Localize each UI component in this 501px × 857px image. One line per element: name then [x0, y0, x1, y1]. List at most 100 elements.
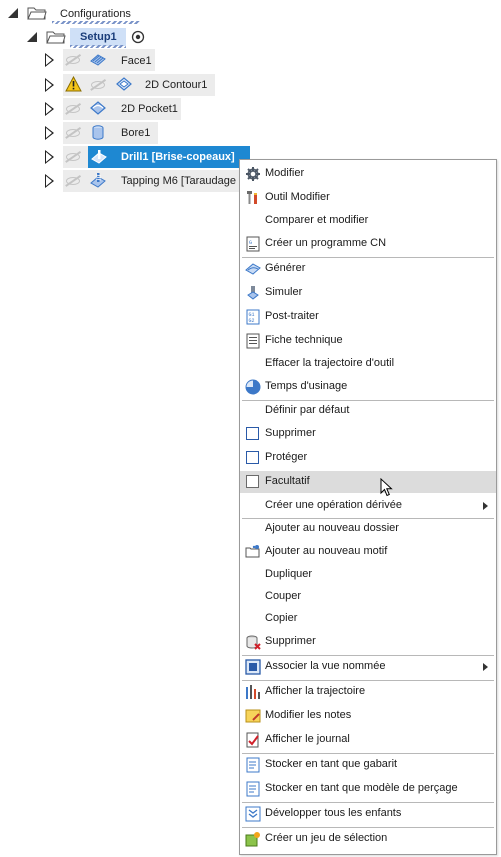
selection-set-icon	[245, 832, 260, 847]
bore-op-icon	[92, 125, 104, 140]
active-setup-radio-icon[interactable]	[131, 30, 145, 44]
submenu-arrow-icon	[483, 502, 488, 510]
folder-icon	[27, 7, 47, 20]
visibility-eye-icon[interactable]	[66, 153, 80, 161]
contour-op-icon	[116, 77, 132, 91]
menu-item-outil-modifier[interactable]: Outil Modifier	[240, 187, 496, 209]
visibility-eye-icon[interactable]	[66, 129, 80, 137]
menu-item-modifier-notes[interactable]: Modifier les notes	[240, 705, 496, 727]
menu-item-stocker-gabarit[interactable]: Stocker en tant que gabarit	[240, 754, 496, 776]
menu-item-fiche-technique[interactable]: Fiche technique	[240, 330, 496, 352]
generate-icon	[245, 263, 261, 275]
expand-all-icon	[245, 806, 261, 822]
nc-program-icon: G	[246, 236, 260, 252]
menu-item-operation-derivee[interactable]: Créer une opération dérivée	[240, 495, 496, 517]
menu-label: Facultatif	[265, 475, 310, 487]
visibility-eye-icon[interactable]	[66, 105, 80, 113]
context-menu: Modifier Outil Modifier Comparer et modi…	[239, 159, 497, 855]
tool-edit-icon	[247, 191, 257, 204]
named-view-icon	[245, 659, 261, 675]
menu-label: Comparer et modifier	[265, 214, 369, 226]
gear-icon	[246, 167, 260, 181]
menu-item-developper-enfants[interactable]: Développer tous les enfants	[240, 803, 496, 825]
menu-label: Ajouter au nouveau motif	[265, 545, 388, 557]
menu-item-modifier[interactable]: Modifier	[240, 163, 496, 185]
menu-label: Couper	[265, 590, 302, 602]
expand-face-icon[interactable]	[45, 53, 54, 67]
pattern-icon	[245, 545, 260, 558]
hole-template-icon	[246, 781, 260, 797]
collapse-configurations-icon[interactable]	[8, 8, 18, 18]
menu-item-copier[interactable]: Copier	[240, 608, 496, 630]
menu-item-couper[interactable]: Couper	[240, 586, 496, 608]
menu-label: Fiche technique	[265, 334, 343, 346]
menu-item-stocker-modele-percage[interactable]: Stocker en tant que modèle de perçage	[240, 778, 496, 800]
visibility-eye-icon[interactable]	[91, 81, 105, 89]
menu-label: Ajouter au nouveau dossier	[265, 522, 399, 534]
menu-label: Supprimer	[265, 427, 316, 439]
menu-label: Stocker en tant que gabarit	[265, 758, 398, 770]
menu-label: Afficher la trajectoire	[265, 685, 366, 697]
expand-contour-icon[interactable]	[45, 78, 54, 92]
tree-label-drill: Drill1 [Brise-copeaux]	[121, 151, 235, 163]
menu-item-effacer-trajectoire[interactable]: Effacer la trajectoire d'outil	[240, 353, 496, 375]
checkbox-icon[interactable]	[246, 427, 259, 440]
menu-item-supprimer-checkbox[interactable]: Supprimer	[240, 423, 496, 445]
menu-item-supprimer[interactable]: Supprimer	[240, 631, 496, 653]
visibility-eye-icon[interactable]	[66, 177, 80, 185]
setup-label: Setup1	[80, 31, 117, 43]
menu-item-nouveau-motif[interactable]: Ajouter au nouveau motif	[240, 541, 496, 563]
menu-item-programme-cn[interactable]: G Créer un programme CN	[240, 233, 496, 255]
log-icon	[246, 732, 259, 748]
post-process-icon: G1 G2	[246, 309, 260, 325]
menu-label: Protéger	[265, 451, 308, 463]
menu-label: Stocker en tant que modèle de perçage	[265, 782, 458, 794]
setup-underline	[70, 45, 126, 48]
menu-label: Créer une opération dérivée	[265, 499, 402, 511]
visibility-eye-icon[interactable]	[66, 56, 80, 64]
menu-label: Dupliquer	[265, 568, 313, 580]
simulate-icon	[247, 286, 259, 300]
menu-label: Outil Modifier	[265, 191, 330, 203]
menu-item-temps-usinage[interactable]: Temps d'usinage	[240, 376, 496, 398]
expand-tapping-icon[interactable]	[45, 174, 54, 188]
toolpath-icon	[246, 685, 260, 699]
tree-label-pocket: 2D Pocket1	[121, 103, 178, 115]
menu-label: Développer tous les enfants	[265, 807, 402, 819]
menu-item-post-traiter[interactable]: G1 G2 Post-traiter	[240, 306, 496, 328]
menu-label: Copier	[265, 612, 298, 624]
menu-item-generer[interactable]: Générer	[240, 258, 496, 280]
menu-item-jeu-selection[interactable]: Créer un jeu de sélection	[240, 828, 496, 850]
expand-bore-icon[interactable]	[45, 126, 54, 140]
tree-label-tapping: Tapping M6 [Taraudage à	[121, 175, 246, 187]
menu-label: Associer la vue nommée	[265, 660, 386, 672]
menu-item-facultatif[interactable]: Facultatif	[240, 471, 496, 493]
expand-drill-icon[interactable]	[45, 150, 54, 164]
menu-item-nouveau-dossier[interactable]: Ajouter au nouveau dossier	[240, 518, 496, 540]
menu-item-afficher-journal[interactable]: Afficher le journal	[240, 729, 496, 751]
menu-item-definir-defaut[interactable]: Définir par défaut	[240, 400, 496, 422]
menu-label: Modifier les notes	[265, 709, 352, 721]
menu-item-vue-nommee[interactable]: Associer la vue nommée	[240, 656, 496, 678]
setup-sheet-icon	[246, 333, 260, 349]
tree-label-bore: Bore1	[121, 127, 151, 139]
template-icon	[246, 757, 260, 773]
menu-item-comparer[interactable]: Comparer et modifier	[240, 210, 496, 232]
menu-item-simuler[interactable]: Simuler	[240, 282, 496, 304]
menu-label: Temps d'usinage	[265, 380, 348, 392]
collapse-setup-icon[interactable]	[27, 32, 37, 42]
folder-icon	[46, 31, 66, 44]
menu-label: Supprimer	[265, 635, 316, 647]
checkbox-icon[interactable]	[246, 475, 259, 488]
checkbox-icon[interactable]	[246, 451, 259, 464]
menu-label: Définir par défaut	[265, 404, 350, 416]
menu-label: Effacer la trajectoire d'outil	[265, 357, 395, 369]
menu-item-proteger[interactable]: Protéger	[240, 447, 496, 469]
tree-label-face: Face1	[121, 55, 152, 67]
expand-pocket-icon[interactable]	[45, 102, 54, 116]
menu-item-dupliquer[interactable]: Dupliquer	[240, 564, 496, 586]
menu-label: Afficher le journal	[265, 733, 350, 745]
svg-text:G2: G2	[249, 318, 255, 324]
pocket-op-icon	[90, 101, 106, 115]
menu-item-afficher-trajectoire[interactable]: Afficher la trajectoire	[240, 681, 496, 703]
